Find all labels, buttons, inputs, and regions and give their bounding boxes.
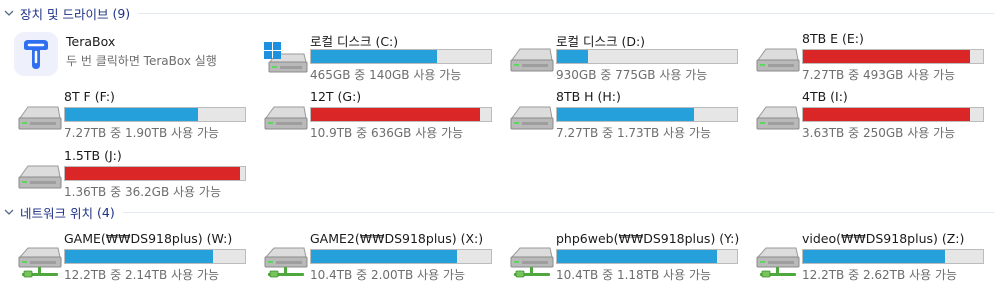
drive-usage-fill [803, 50, 971, 63]
devices-group-header[interactable]: 장치 및 드라이브 (9) [0, 3, 1000, 23]
chevron-down-icon[interactable] [2, 205, 16, 219]
network-drive-icon [754, 240, 802, 280]
drive-usage-fill [65, 108, 199, 121]
drive-space-info: 10.4TB 중 1.18TB 사용 가능 [556, 268, 712, 282]
drive-space-info: 930GB 중 775GB 사용 가능 [556, 68, 708, 82]
terabox-name: TeraBox [66, 34, 116, 49]
drive-usage-bar [802, 49, 984, 64]
drive-usage-bar [556, 49, 738, 64]
drive-usage-fill [65, 167, 240, 180]
drive-usage-bar [802, 107, 984, 122]
terabox-logo-icon [14, 32, 58, 76]
devices-group-title: 장치 및 드라이브 [20, 6, 109, 22]
drive-space-info: 7.27TB 중 1.73TB 사용 가능 [556, 126, 712, 140]
network-drive-icon [262, 240, 310, 280]
drive-space-info: 7.27TB 중 493GB 사용 가능 [802, 68, 956, 82]
drive-name: 로컬 디스크 (D:) [556, 34, 646, 49]
drive-name: GAME2(₩₩DS918plus) (X:) [310, 231, 484, 246]
drive-usage-fill [557, 250, 718, 263]
drive-tile-j[interactable]: 1.5TB (J:) 1.36TB 중 36.2GB 사용 가능 [8, 145, 246, 203]
hard-drive-icon [754, 98, 802, 138]
drive-usage-bar [64, 107, 246, 122]
network-drive-tile-x[interactable]: GAME2(₩₩DS918plus) (X:) 10.4TB 중 2.00TB … [254, 228, 492, 286]
drive-usage-bar [64, 166, 246, 181]
drive-name: 1.5TB (J:) [64, 148, 122, 163]
devices-group-count: (9) [112, 5, 131, 21]
drive-usage-bar [64, 249, 246, 264]
drive-usage-fill [803, 250, 946, 263]
drive-tile-h[interactable]: 8TB H (H:) 7.27TB 중 1.73TB 사용 가능 [500, 86, 738, 144]
drive-usage-fill [557, 50, 588, 63]
drive-usage-bar [310, 49, 492, 64]
network-group-title: 네트워크 위치 [20, 205, 93, 221]
chevron-down-icon[interactable] [2, 6, 16, 20]
drive-name: 8TB E (E:) [802, 31, 864, 46]
drive-tile-g[interactable]: 12T (G:) 10.9TB 중 636GB 사용 가능 [254, 86, 492, 144]
drive-usage-fill [803, 108, 971, 121]
drive-name: php6web(₩₩DS918plus) (Y:) [556, 231, 740, 246]
terabox-app-tile[interactable]: TeraBox 두 번 클릭하면 TeraBox 실행 [2, 28, 238, 86]
hard-drive-icon [16, 157, 64, 197]
drive-space-info: 465GB 중 140GB 사용 가능 [310, 68, 462, 82]
drive-usage-bar [310, 107, 492, 122]
group-divider [122, 211, 994, 213]
drive-name: 8T F (F:) [64, 89, 115, 104]
network-drive-icon [16, 240, 64, 280]
drive-usage-fill [311, 108, 481, 121]
drive-space-info: 10.9TB 중 636GB 사용 가능 [310, 126, 464, 140]
drive-space-info: 12.2TB 중 2.14TB 사용 가능 [64, 268, 220, 282]
network-drive-tile-w[interactable]: GAME(₩₩DS918plus) (W:) 12.2TB 중 2.14TB 사… [8, 228, 246, 286]
drive-usage-bar [802, 249, 984, 264]
drive-name: 4TB (I:) [802, 89, 848, 104]
hard-drive-icon [754, 40, 802, 80]
drive-usage-fill [65, 250, 213, 263]
terabox-subtitle: 두 번 클릭하면 TeraBox 실행 [66, 54, 217, 68]
drive-usage-fill [311, 50, 437, 63]
hard-drive-icon [508, 98, 556, 138]
drive-space-info: 7.27TB 중 1.90TB 사용 가능 [64, 126, 220, 140]
drive-tile-c[interactable]: 로컬 디스크 (C:) 465GB 중 140GB 사용 가능 [254, 28, 492, 86]
hard-drive-icon [16, 98, 64, 138]
drive-tile-d[interactable]: 로컬 디스크 (D:) 930GB 중 775GB 사용 가능 [500, 28, 738, 86]
drive-usage-bar [310, 249, 492, 264]
drive-usage-bar [556, 249, 738, 264]
network-drive-tile-y[interactable]: php6web(₩₩DS918plus) (Y:) 10.4TB 중 1.18T… [500, 228, 740, 286]
drive-space-info: 12.2TB 중 2.62TB 사용 가능 [802, 268, 958, 282]
hard-drive-icon [262, 98, 310, 138]
network-group-count: (4) [96, 204, 115, 220]
network-group-header[interactable]: 네트워크 위치 (4) [0, 202, 1000, 222]
drive-space-info: 10.4TB 중 2.00TB 사용 가능 [310, 268, 466, 282]
network-drive-icon [508, 240, 556, 280]
hard-drive-icon [508, 40, 556, 80]
drive-name: 로컬 디스크 (C:) [310, 34, 399, 49]
drive-name: video(₩₩DS918plus) (Z:) [802, 231, 965, 246]
drive-name: 8TB H (H:) [556, 89, 621, 104]
windows-drive-icon [262, 40, 310, 80]
drive-name: 12T (G:) [310, 89, 362, 104]
drive-usage-bar [556, 107, 738, 122]
network-drive-tile-z[interactable]: video(₩₩DS918plus) (Z:) 12.2TB 중 2.62TB … [746, 228, 984, 286]
drive-tile-f[interactable]: 8T F (F:) 7.27TB 중 1.90TB 사용 가능 [8, 86, 246, 144]
drive-tile-i[interactable]: 4TB (I:) 3.63TB 중 250GB 사용 가능 [746, 86, 984, 144]
drive-name: GAME(₩₩DS918plus) (W:) [64, 231, 233, 246]
drive-tile-e[interactable]: 8TB E (E:) 7.27TB 중 493GB 사용 가능 [746, 28, 984, 86]
drive-space-info: 3.63TB 중 250GB 사용 가능 [802, 126, 956, 140]
drive-usage-fill [557, 108, 694, 121]
drive-usage-fill [311, 250, 457, 263]
drive-space-info: 1.36TB 중 36.2GB 사용 가능 [64, 185, 221, 199]
group-divider [138, 12, 994, 14]
